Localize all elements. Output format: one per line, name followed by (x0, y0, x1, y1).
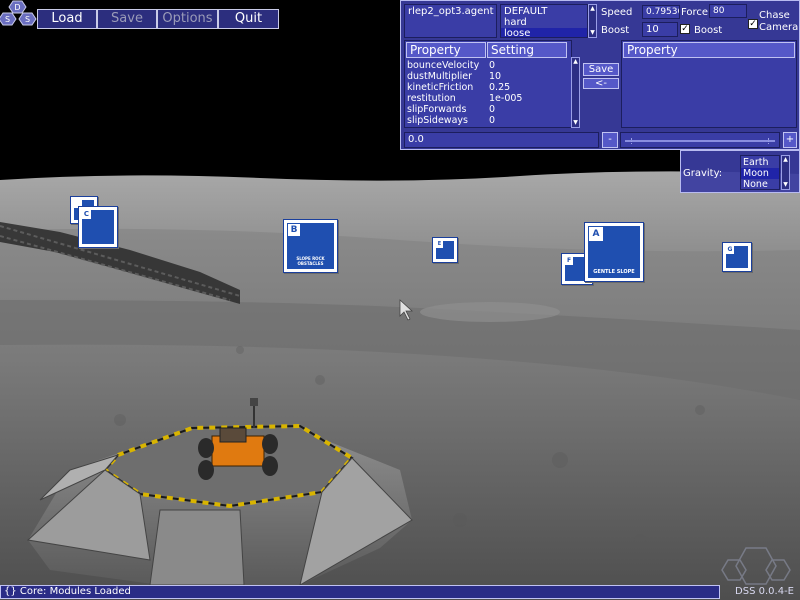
chase-label: Chase (759, 10, 790, 21)
property-row-name[interactable]: bounceVelocity (407, 60, 479, 71)
force-field[interactable]: 80 (709, 4, 747, 18)
property-row-name[interactable]: slipForwards (407, 104, 466, 115)
property-row-setting[interactable]: 0 (489, 104, 495, 115)
course-sign-c: C (78, 206, 118, 248)
boost-check-label: Boost (694, 25, 723, 36)
value-slider[interactable] (620, 132, 780, 148)
detail-property-header[interactable]: Property (623, 42, 795, 58)
dss-logo: D S S (0, 0, 37, 26)
camera-label: Camera (759, 22, 799, 33)
property-table-scrollbar[interactable]: ▲ ▼ (571, 57, 580, 128)
property-detail-list: Property (621, 40, 797, 128)
gravity-label: Gravity: (683, 168, 723, 179)
version-label: DSS 0.0.4-E (735, 586, 794, 597)
gravity-list[interactable]: Earth Moon None (740, 155, 780, 190)
sign-caption: SLOPE ROCK OBSTACLES (296, 256, 325, 266)
profile-option[interactable]: DEFAULT (504, 6, 547, 17)
options-button[interactable]: Options (157, 9, 218, 29)
gravity-scrollbar[interactable]: ▲ ▼ (781, 155, 790, 190)
decrement-button[interactable]: - (602, 132, 618, 148)
course-sign-a: A GENTLE SLOPE (584, 222, 644, 282)
gravity-panel: Gravity: Earth Moon None ▲ ▼ (680, 150, 800, 193)
copy-left-button[interactable]: <- (583, 78, 619, 89)
speed-field[interactable]: 0.79536 (642, 5, 680, 19)
speed-label: Speed (601, 7, 633, 18)
gravity-option-moon[interactable]: Moon (741, 168, 779, 179)
boost-field[interactable]: 10 (642, 22, 678, 37)
logo-letter: D (14, 3, 20, 12)
property-row-setting[interactable]: 10 (489, 71, 501, 82)
profile-option[interactable]: hard (504, 17, 527, 28)
property-row-name[interactable]: slipSideways (407, 115, 468, 126)
logo-letter: S (25, 15, 30, 24)
boost-label: Boost (601, 25, 630, 36)
property-row-setting[interactable]: 0 (489, 60, 495, 71)
increment-button[interactable]: + (783, 132, 797, 148)
profile-option-selected[interactable]: loose (501, 28, 587, 37)
property-table: Property Setting bounceVelocity 0 dustMult… (404, 40, 572, 128)
chase-camera-checkbox[interactable]: ✓ (748, 19, 758, 29)
property-row-setting[interactable]: 0.25 (489, 82, 510, 93)
sign-caption: GENTLE SLOPE (593, 269, 635, 275)
course-sign-b: B SLOPE ROCK OBSTACLES (283, 219, 338, 273)
status-bar: {} Core: Modules Loaded (0, 585, 720, 599)
property-row-setting[interactable]: 1e-005 (489, 93, 522, 104)
boost-checkbox[interactable]: ✓ (680, 24, 690, 34)
rover-settings-panel: rlep2_opt3.agent DEFAULT hard loose ▲ ▼ S… (400, 0, 800, 150)
value-field[interactable]: 0.0 (404, 132, 599, 148)
setting-column-header[interactable]: Setting (487, 42, 567, 58)
save-button[interactable]: Save (97, 9, 157, 29)
quit-button[interactable]: Quit (218, 9, 279, 29)
force-label: Force (681, 7, 709, 18)
profile-list[interactable]: DEFAULT hard loose (500, 4, 588, 38)
gravity-option-none[interactable]: None (743, 179, 768, 189)
property-row-setting[interactable]: 0 (489, 115, 495, 126)
gravity-option-earth[interactable]: Earth (743, 157, 768, 168)
save-settings-button[interactable]: Save (583, 63, 619, 76)
load-button[interactable]: Load (37, 9, 97, 29)
property-row-name[interactable]: restitution (407, 93, 456, 104)
agent-file-field[interactable]: rlep2_opt3.agent (404, 4, 497, 38)
profile-scrollbar[interactable]: ▲ ▼ (588, 4, 597, 38)
property-column-header[interactable]: Property (406, 42, 486, 58)
course-sign-g: G (722, 242, 752, 272)
property-row-name[interactable]: dustMultiplier (407, 71, 472, 82)
logo-letter: S (5, 15, 10, 24)
property-row-name[interactable]: kineticFriction (407, 82, 473, 93)
course-sign-e: E (432, 237, 458, 263)
